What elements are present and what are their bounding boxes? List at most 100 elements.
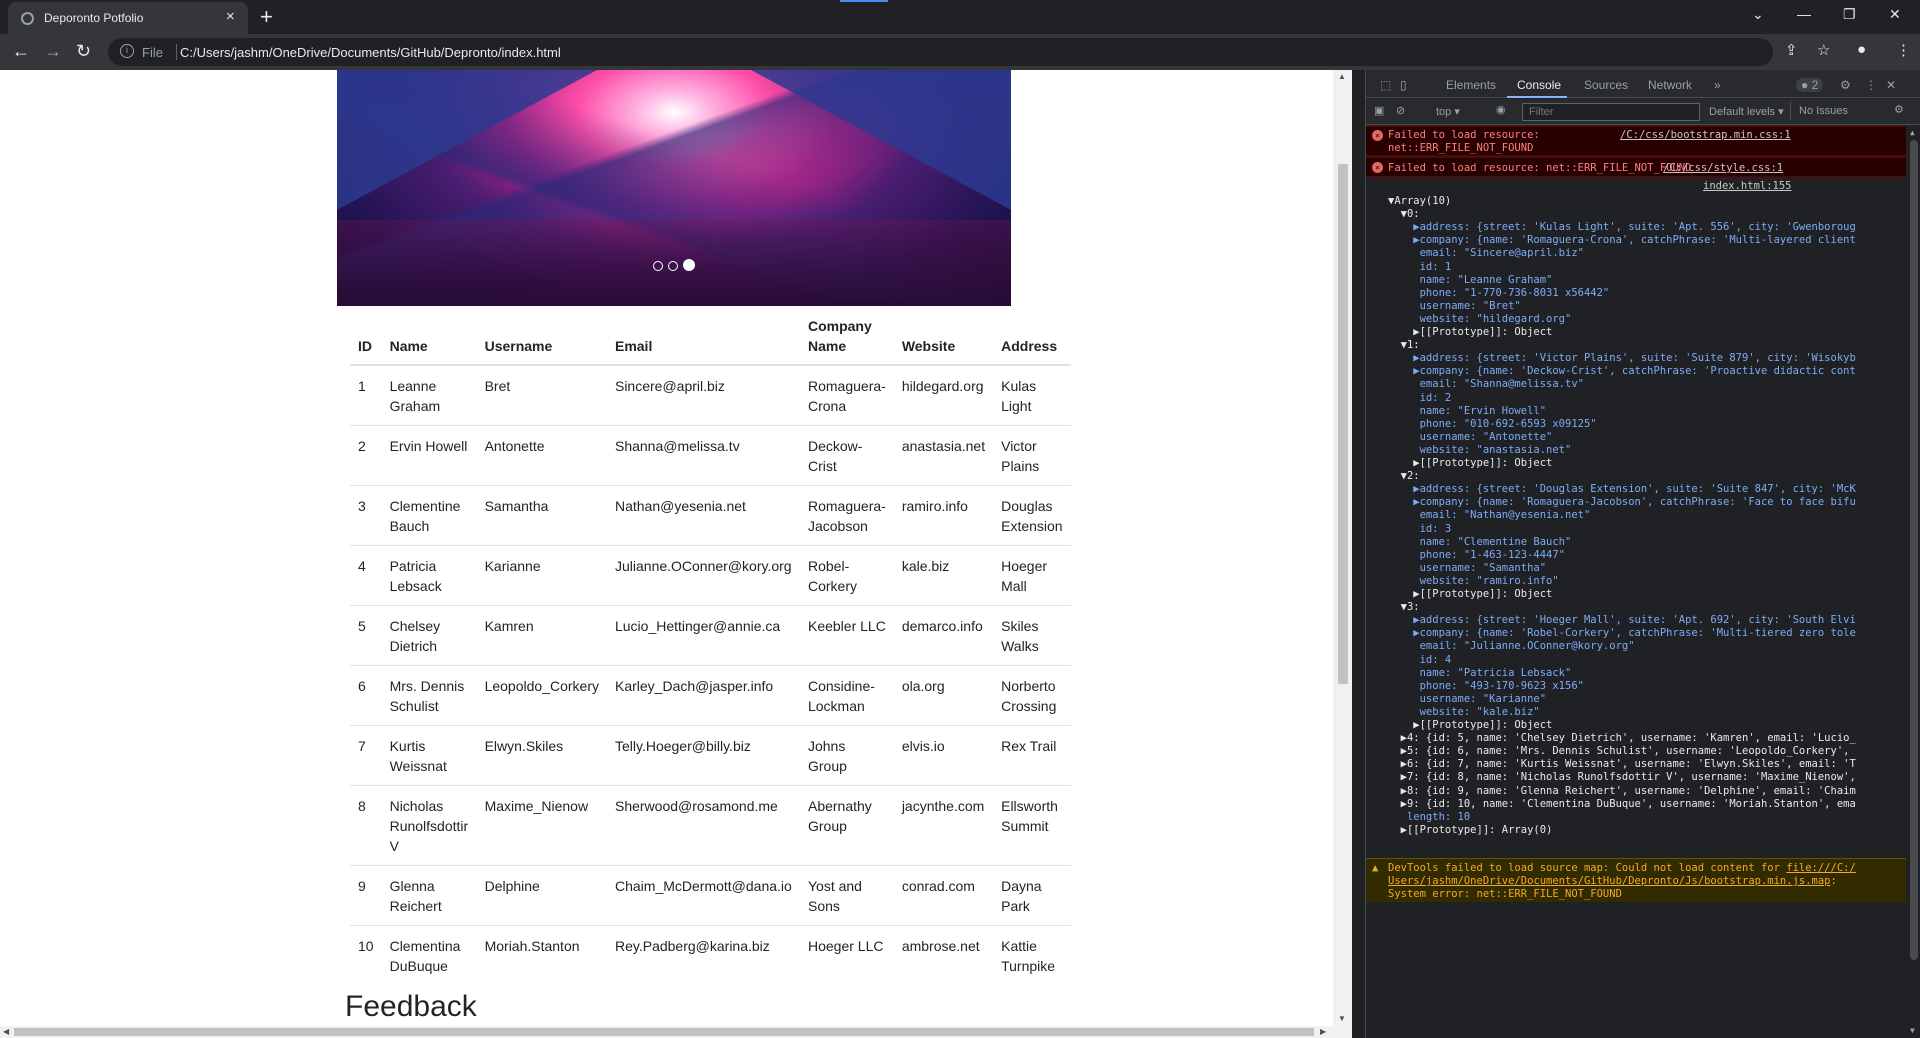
info-icon[interactable]: i	[120, 44, 134, 58]
tab-sources[interactable]: Sources	[1584, 78, 1628, 92]
console-log-line[interactable]: ▶8: {id: 9, name: 'Glenna Reichert', use…	[1388, 785, 1856, 798]
console-log-line[interactable]: ▶[[Prototype]]: Object	[1388, 457, 1552, 470]
hero-carousel[interactable]	[337, 70, 1011, 306]
console-log-line[interactable]: ▶address: {street: 'Hoeger Mall', suite:…	[1388, 614, 1856, 627]
log-source-link[interactable]: index.html:155	[1703, 180, 1792, 192]
divider	[1790, 101, 1791, 121]
scroll-thumb[interactable]	[1338, 164, 1348, 684]
close-devtools-icon[interactable]: ✕	[1886, 78, 1896, 92]
cell-id: 1	[350, 364, 382, 426]
cell-email: Chaim_McDermott@dana.io	[606, 865, 800, 926]
console-log-line[interactable]: ▶9: {id: 10, name: 'Clementina DuBuque',…	[1388, 798, 1856, 811]
url-text[interactable]: C:/Users/jashm/OneDrive/Documents/GitHub…	[180, 45, 561, 60]
forward-arrow-icon[interactable]: →	[44, 41, 62, 62]
cell-username: Samantha	[476, 485, 607, 546]
page-vertical-scrollbar[interactable]: ▲ ▼	[1333, 70, 1352, 1026]
browser-tab[interactable]: Deporonto Potfolio ×	[8, 2, 248, 34]
page-horizontal-scrollbar[interactable]: ◀ ▶	[0, 1026, 1352, 1038]
console-log-line[interactable]: ▶6: {id: 7, name: 'Kurtis Weissnat', use…	[1388, 758, 1856, 771]
carousel-indicator[interactable]	[668, 261, 678, 271]
sidebar-toggle-icon[interactable]: ▣	[1374, 104, 1384, 117]
cell-name: Glenna Reichert	[381, 865, 477, 926]
console-log-line[interactable]: ▶company: {name: 'Deckow-Crist', catchPh…	[1388, 365, 1856, 378]
scroll-up-arrow-icon[interactable]: ▲	[1338, 72, 1346, 81]
console-log-line[interactable]: ▶[[Prototype]]: Array(0)	[1388, 824, 1553, 837]
console-log-line[interactable]: ▶address: {street: 'Victor Plains', suit…	[1388, 352, 1856, 365]
tab-network[interactable]: Network	[1648, 78, 1692, 92]
cell-username: Leopoldo_Corkery	[476, 665, 607, 726]
inspect-element-icon[interactable]: ⬚	[1380, 78, 1391, 92]
console-log-line[interactable]: ▶5: {id: 6, name: 'Mrs. Dennis Schulist'…	[1388, 745, 1850, 758]
carousel-indicator[interactable]	[683, 259, 695, 271]
menu-kebab-icon[interactable]: ⋮	[1896, 41, 1911, 59]
scroll-up-arrow-icon[interactable]: ▲	[1910, 128, 1915, 137]
issues-badge[interactable]: ● 2	[1796, 78, 1824, 92]
feedback-heading: Feedback	[345, 990, 477, 1023]
horizontal-scroll-thumb[interactable]	[14, 1028, 1314, 1036]
console-log-line[interactable]: ▶company: {name: 'Robel-Corkery', catchP…	[1388, 627, 1856, 640]
cell-id: 5	[350, 605, 382, 666]
console-log-line[interactable]: ▼3:	[1388, 601, 1420, 614]
minimize-button[interactable]: —	[1797, 6, 1811, 22]
console-log-line[interactable]: ▼0:	[1388, 208, 1420, 221]
console-log-line[interactable]: ▶[[Prototype]]: Object	[1388, 719, 1552, 732]
restore-button[interactable]: ❐	[1843, 6, 1856, 23]
console-log-line[interactable]: ▼1:	[1388, 339, 1420, 352]
more-tabs-icon[interactable]: »	[1714, 78, 1721, 92]
cell-username: Bret	[476, 364, 607, 426]
tab-console[interactable]: Console	[1517, 78, 1561, 92]
warning-link[interactable]: file:///C:/	[1786, 862, 1856, 874]
console-log-line[interactable]: ▶[[Prototype]]: Object	[1388, 326, 1552, 339]
bookmark-star-icon[interactable]: ☆	[1817, 41, 1830, 59]
console-log-line[interactable]: ▶company: {name: 'Romaguera-Jacobson', c…	[1388, 496, 1856, 509]
console-settings-gear-icon[interactable]: ⚙	[1894, 103, 1904, 116]
cell-company: Yost and Sons	[799, 865, 894, 926]
cell-id: 10	[350, 925, 382, 985]
settings-gear-icon[interactable]: ⚙	[1840, 78, 1851, 92]
console-scroll-thumb[interactable]	[1910, 140, 1918, 960]
console-log-line[interactable]: ▶address: {street: 'Kulas Light', suite:…	[1388, 221, 1856, 234]
devtools-menu-icon[interactable]: ⋮	[1865, 78, 1877, 92]
live-expression-eye-icon[interactable]: ◉	[1496, 103, 1506, 116]
warning-link-cont[interactable]: Users/jashm/OneDrive/Documents/GitHub/De…	[1388, 875, 1831, 887]
cell-username: Moriah.Stanton	[476, 925, 607, 985]
console-log-line[interactable]: ▶7: {id: 8, name: 'Nicholas Runolfsdotti…	[1388, 771, 1856, 784]
console-log-line[interactable]: ▼Array(10)	[1388, 195, 1451, 208]
carousel-indicator[interactable]	[653, 261, 663, 271]
context-select[interactable]: top ▾	[1436, 105, 1460, 118]
console-log-line: name: "Clementine Bauch"	[1388, 535, 1572, 548]
clear-console-icon[interactable]: ⊘	[1396, 104, 1405, 117]
close-window-button[interactable]: ✕	[1889, 6, 1901, 23]
console-filter-input[interactable]	[1522, 103, 1700, 121]
scroll-right-arrow-icon[interactable]: ▶	[1320, 1027, 1326, 1036]
cell-email: Rey.Padberg@karina.biz	[606, 925, 800, 985]
console-log-line[interactable]: ▶[[Prototype]]: Object	[1388, 588, 1552, 601]
device-toolbar-icon[interactable]: ▯	[1400, 78, 1407, 92]
console-scrollbar[interactable]: ▲ ▼	[1907, 126, 1920, 1038]
address-bar[interactable]: i File C:/Users/jashm/OneDrive/Documents…	[108, 38, 1773, 66]
tab-close-icon[interactable]: ×	[226, 8, 235, 25]
console-log-line[interactable]: ▶company: {name: 'Romaguera-Crona', catc…	[1388, 234, 1856, 247]
issues-label[interactable]: No Issues	[1799, 105, 1848, 117]
console-log-line[interactable]: ▶4: {id: 5, name: 'Chelsey Dietrich', us…	[1388, 732, 1856, 745]
console-log-line: username: "Samantha"	[1388, 561, 1547, 574]
error-source-link[interactable]: /C:/css/style.css:1	[1663, 162, 1783, 174]
console-log-line[interactable]: ▶address: {street: 'Douglas Extension', …	[1388, 483, 1856, 496]
console-log-line[interactable]: ▼2:	[1388, 470, 1420, 483]
tab-search-icon[interactable]: ⌄	[1752, 6, 1764, 23]
reload-icon[interactable]: ↻	[76, 41, 91, 62]
tab-elements[interactable]: Elements	[1446, 78, 1496, 92]
scroll-down-arrow-icon[interactable]: ▼	[1338, 1014, 1346, 1023]
scroll-left-arrow-icon[interactable]: ◀	[3, 1027, 9, 1036]
console-error-row: ✕ Failed to load resource: net::ERR_FILE…	[1366, 126, 1906, 156]
header-email: Email	[606, 310, 800, 366]
share-icon[interactable]: ⇪	[1785, 41, 1798, 59]
back-arrow-icon[interactable]: ←	[12, 41, 30, 62]
error-source-link[interactable]: /C:/css/bootstrap.min.css:1	[1620, 129, 1791, 141]
new-tab-button[interactable]: +	[260, 4, 273, 30]
cell-email: Telly.Hoeger@billy.biz	[606, 725, 800, 786]
log-levels-select[interactable]: Default levels ▾	[1709, 105, 1784, 118]
profile-icon[interactable]: ●	[1857, 41, 1866, 58]
header-address: Address	[993, 310, 1071, 366]
scroll-down-arrow-icon[interactable]: ▼	[1910, 1026, 1915, 1035]
